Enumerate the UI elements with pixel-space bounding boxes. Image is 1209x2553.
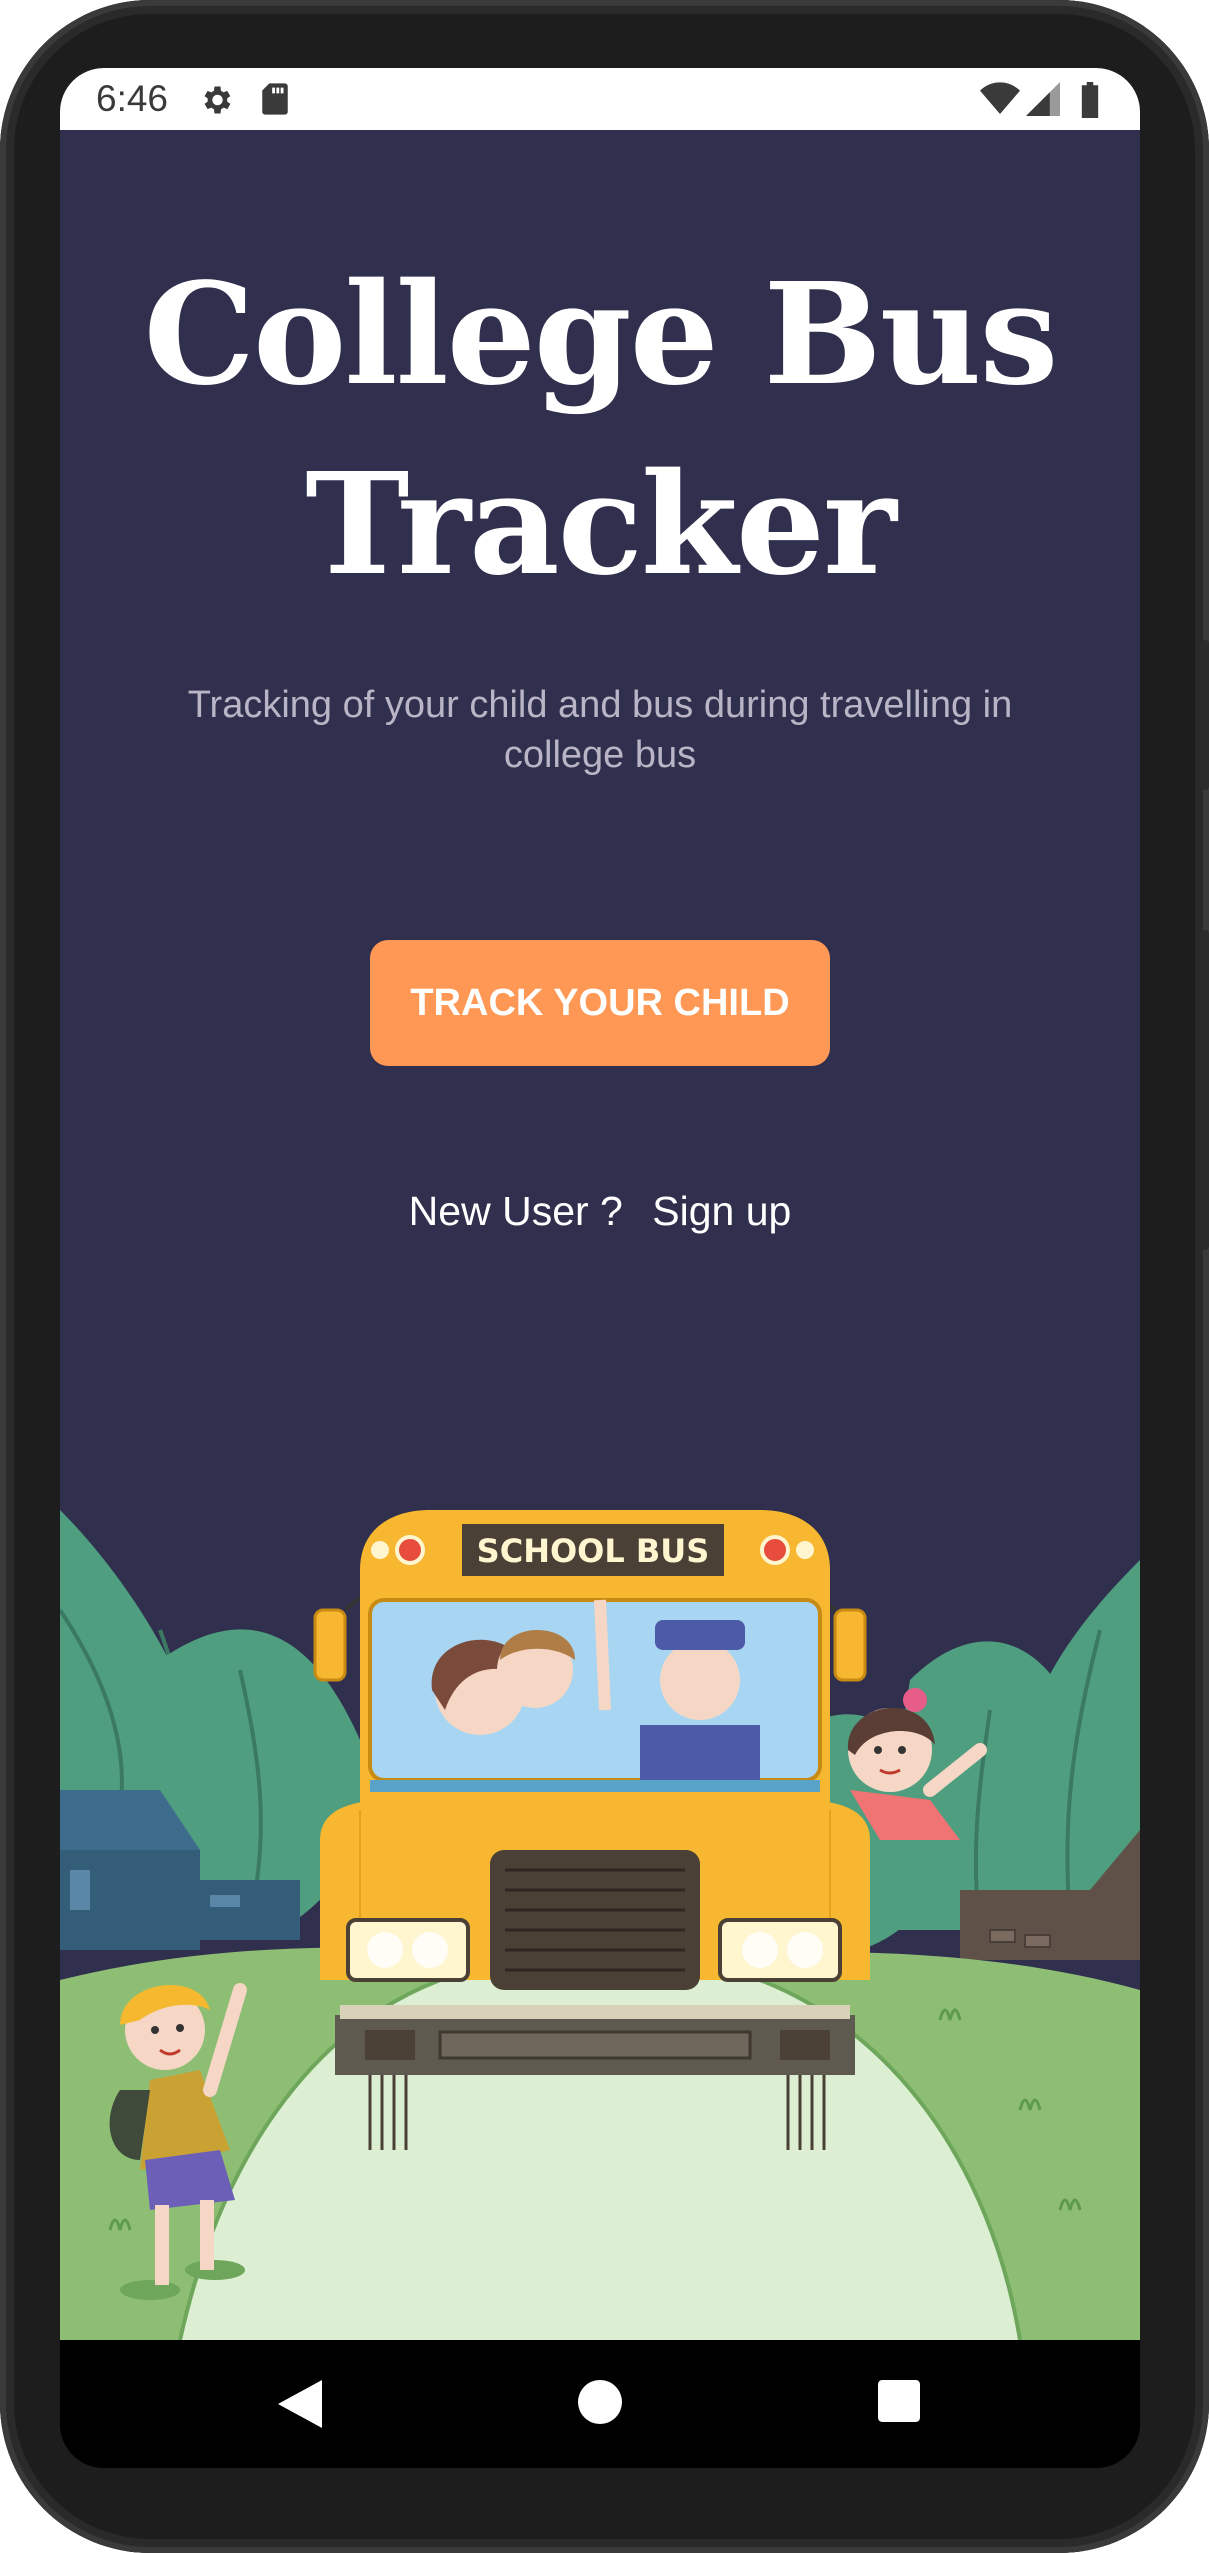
screen: 6:46 College Bus Tracker Tracking of you… [60, 68, 1140, 2468]
phone-frame: 6:46 College Bus Tracker Tracking of you… [0, 0, 1209, 2553]
back-icon[interactable] [278, 2380, 322, 2428]
new-user-label: New User ? [408, 1188, 623, 1234]
wifi-icon [980, 82, 1020, 114]
title-line-1: College Bus [143, 253, 1059, 417]
subtitle: Tracking of your child and bus during tr… [187, 684, 1013, 776]
recents-icon[interactable] [878, 2380, 920, 2422]
signal-icon [1026, 82, 1060, 116]
power-button [1200, 640, 1209, 790]
app-screen: College Bus Tracker Tracking of your chi… [60, 130, 1140, 2340]
home-icon[interactable] [578, 2380, 622, 2424]
track-your-child-button[interactable]: TRACK YOUR CHILD [370, 940, 830, 1066]
status-time: 6:46 [96, 78, 169, 119]
sd-card-icon [262, 83, 288, 115]
gear-icon [204, 86, 231, 114]
battery-icon [1081, 82, 1099, 118]
signup-row: New User ? Sign up [60, 1188, 1140, 1235]
volume-button [1200, 930, 1209, 1250]
title-line-2: Tracker [305, 443, 897, 607]
school-bus-illustration: SCHOOL BUS [60, 1510, 1140, 2340]
page-title: College Bus Tracker [60, 240, 1140, 620]
bus-sign-text: SCHOOL BUS [477, 1532, 710, 1570]
signup-link[interactable]: Sign up [652, 1188, 791, 1235]
status-bar: 6:46 [60, 68, 1140, 130]
school-bus [313, 1510, 870, 2150]
navigation-bar [60, 2340, 1140, 2468]
